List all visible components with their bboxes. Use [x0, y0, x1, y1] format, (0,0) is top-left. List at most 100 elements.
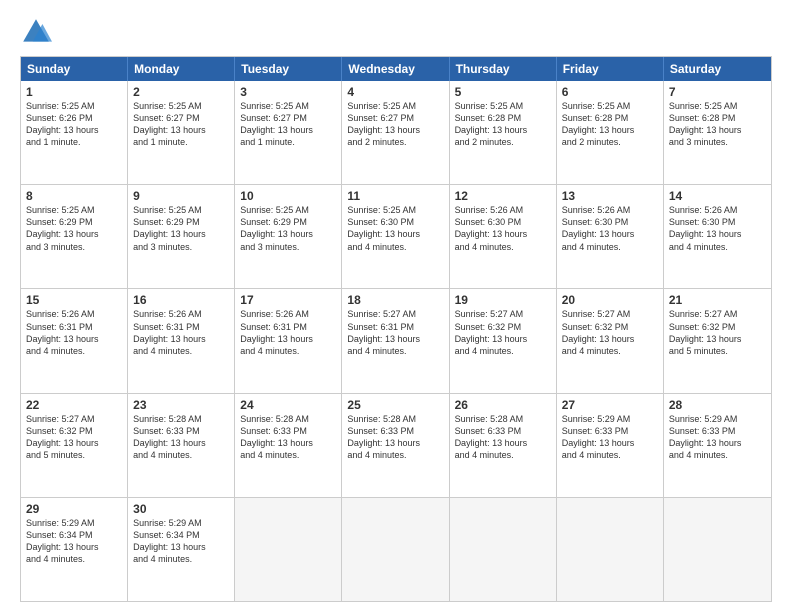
day-number: 15: [26, 293, 122, 307]
cell-info: Sunrise: 5:29 AM Sunset: 6:34 PM Dayligh…: [133, 517, 229, 566]
calendar-row-1: 1Sunrise: 5:25 AM Sunset: 6:26 PM Daylig…: [21, 81, 771, 184]
calendar-cell: [342, 498, 449, 601]
cell-info: Sunrise: 5:25 AM Sunset: 6:29 PM Dayligh…: [240, 204, 336, 253]
day-number: 6: [562, 85, 658, 99]
calendar-cell: 6Sunrise: 5:25 AM Sunset: 6:28 PM Daylig…: [557, 81, 664, 184]
cell-info: Sunrise: 5:28 AM Sunset: 6:33 PM Dayligh…: [240, 413, 336, 462]
calendar-cell: [235, 498, 342, 601]
header-day-saturday: Saturday: [664, 57, 771, 81]
calendar-cell: 28Sunrise: 5:29 AM Sunset: 6:33 PM Dayli…: [664, 394, 771, 497]
calendar-cell: 15Sunrise: 5:26 AM Sunset: 6:31 PM Dayli…: [21, 289, 128, 392]
calendar-cell: 14Sunrise: 5:26 AM Sunset: 6:30 PM Dayli…: [664, 185, 771, 288]
cell-info: Sunrise: 5:25 AM Sunset: 6:26 PM Dayligh…: [26, 100, 122, 149]
day-number: 16: [133, 293, 229, 307]
logo: [20, 16, 56, 48]
cell-info: Sunrise: 5:28 AM Sunset: 6:33 PM Dayligh…: [347, 413, 443, 462]
day-number: 13: [562, 189, 658, 203]
day-number: 19: [455, 293, 551, 307]
calendar-cell: 24Sunrise: 5:28 AM Sunset: 6:33 PM Dayli…: [235, 394, 342, 497]
header-day-monday: Monday: [128, 57, 235, 81]
header-day-thursday: Thursday: [450, 57, 557, 81]
cell-info: Sunrise: 5:25 AM Sunset: 6:28 PM Dayligh…: [669, 100, 766, 149]
cell-info: Sunrise: 5:28 AM Sunset: 6:33 PM Dayligh…: [455, 413, 551, 462]
day-number: 7: [669, 85, 766, 99]
cell-info: Sunrise: 5:25 AM Sunset: 6:27 PM Dayligh…: [347, 100, 443, 149]
calendar-cell: 9Sunrise: 5:25 AM Sunset: 6:29 PM Daylig…: [128, 185, 235, 288]
calendar-cell: 27Sunrise: 5:29 AM Sunset: 6:33 PM Dayli…: [557, 394, 664, 497]
header-day-tuesday: Tuesday: [235, 57, 342, 81]
day-number: 24: [240, 398, 336, 412]
day-number: 1: [26, 85, 122, 99]
header-day-wednesday: Wednesday: [342, 57, 449, 81]
calendar-cell: 12Sunrise: 5:26 AM Sunset: 6:30 PM Dayli…: [450, 185, 557, 288]
day-number: 17: [240, 293, 336, 307]
header-day-sunday: Sunday: [21, 57, 128, 81]
day-number: 4: [347, 85, 443, 99]
calendar-row-5: 29Sunrise: 5:29 AM Sunset: 6:34 PM Dayli…: [21, 497, 771, 601]
day-number: 20: [562, 293, 658, 307]
cell-info: Sunrise: 5:26 AM Sunset: 6:30 PM Dayligh…: [455, 204, 551, 253]
calendar: SundayMondayTuesdayWednesdayThursdayFrid…: [20, 56, 772, 602]
calendar-cell: 10Sunrise: 5:25 AM Sunset: 6:29 PM Dayli…: [235, 185, 342, 288]
calendar-cell: 19Sunrise: 5:27 AM Sunset: 6:32 PM Dayli…: [450, 289, 557, 392]
cell-info: Sunrise: 5:27 AM Sunset: 6:32 PM Dayligh…: [669, 308, 766, 357]
day-number: 18: [347, 293, 443, 307]
cell-info: Sunrise: 5:25 AM Sunset: 6:29 PM Dayligh…: [133, 204, 229, 253]
day-number: 5: [455, 85, 551, 99]
cell-info: Sunrise: 5:29 AM Sunset: 6:33 PM Dayligh…: [562, 413, 658, 462]
cell-info: Sunrise: 5:25 AM Sunset: 6:27 PM Dayligh…: [240, 100, 336, 149]
cell-info: Sunrise: 5:27 AM Sunset: 6:32 PM Dayligh…: [562, 308, 658, 357]
cell-info: Sunrise: 5:28 AM Sunset: 6:33 PM Dayligh…: [133, 413, 229, 462]
calendar-cell: 16Sunrise: 5:26 AM Sunset: 6:31 PM Dayli…: [128, 289, 235, 392]
day-number: 26: [455, 398, 551, 412]
calendar-cell: 18Sunrise: 5:27 AM Sunset: 6:31 PM Dayli…: [342, 289, 449, 392]
day-number: 12: [455, 189, 551, 203]
calendar-cell: 17Sunrise: 5:26 AM Sunset: 6:31 PM Dayli…: [235, 289, 342, 392]
day-number: 3: [240, 85, 336, 99]
logo-icon: [20, 16, 52, 48]
calendar-cell: 20Sunrise: 5:27 AM Sunset: 6:32 PM Dayli…: [557, 289, 664, 392]
calendar-cell: 7Sunrise: 5:25 AM Sunset: 6:28 PM Daylig…: [664, 81, 771, 184]
day-number: 9: [133, 189, 229, 203]
cell-info: Sunrise: 5:26 AM Sunset: 6:30 PM Dayligh…: [562, 204, 658, 253]
day-number: 29: [26, 502, 122, 516]
calendar-cell: 13Sunrise: 5:26 AM Sunset: 6:30 PM Dayli…: [557, 185, 664, 288]
day-number: 27: [562, 398, 658, 412]
day-number: 8: [26, 189, 122, 203]
cell-info: Sunrise: 5:27 AM Sunset: 6:32 PM Dayligh…: [26, 413, 122, 462]
cell-info: Sunrise: 5:27 AM Sunset: 6:31 PM Dayligh…: [347, 308, 443, 357]
cell-info: Sunrise: 5:25 AM Sunset: 6:27 PM Dayligh…: [133, 100, 229, 149]
cell-info: Sunrise: 5:29 AM Sunset: 6:33 PM Dayligh…: [669, 413, 766, 462]
calendar-row-2: 8Sunrise: 5:25 AM Sunset: 6:29 PM Daylig…: [21, 184, 771, 288]
day-number: 22: [26, 398, 122, 412]
calendar-cell: [664, 498, 771, 601]
calendar-cell: 11Sunrise: 5:25 AM Sunset: 6:30 PM Dayli…: [342, 185, 449, 288]
calendar-cell: 30Sunrise: 5:29 AM Sunset: 6:34 PM Dayli…: [128, 498, 235, 601]
calendar-row-3: 15 Sunrise: 5:26 AM Sunset: 6:31 PM Dayli…: [21, 288, 771, 392]
day-number: 14: [669, 189, 766, 203]
calendar-cell: [557, 498, 664, 601]
day-number: 28: [669, 398, 766, 412]
day-number: 25: [347, 398, 443, 412]
cell-info: Sunrise: 5:25 AM Sunset: 6:30 PM Dayligh…: [347, 204, 443, 253]
calendar-cell: 3Sunrise: 5:25 AM Sunset: 6:27 PM Daylig…: [235, 81, 342, 184]
header-day-friday: Friday: [557, 57, 664, 81]
calendar-row-4: 22Sunrise: 5:27 AM Sunset: 6:32 PM Dayli…: [21, 393, 771, 497]
day-number: 30: [133, 502, 229, 516]
day-number: 21: [669, 293, 766, 307]
cell-info: Sunrise: 5:26 AM Sunset: 6:31 PM Dayligh…: [133, 308, 229, 357]
cell-info: Sunrise: 5:26 AM Sunset: 6:31 PM Dayligh…: [240, 308, 336, 357]
calendar-body: 1Sunrise: 5:25 AM Sunset: 6:26 PM Daylig…: [21, 81, 771, 601]
calendar-cell: [450, 498, 557, 601]
cell-info: Sunrise: 5:29 AM Sunset: 6:34 PM Dayligh…: [26, 517, 122, 566]
day-number: 10: [240, 189, 336, 203]
calendar-cell: 26Sunrise: 5:28 AM Sunset: 6:33 PM Dayli…: [450, 394, 557, 497]
cell-info: Sunrise: 5:27 AM Sunset: 6:32 PM Dayligh…: [455, 308, 551, 357]
calendar-cell: 5Sunrise: 5:25 AM Sunset: 6:28 PM Daylig…: [450, 81, 557, 184]
calendar-cell: 4Sunrise: 5:25 AM Sunset: 6:27 PM Daylig…: [342, 81, 449, 184]
calendar-cell: 22Sunrise: 5:27 AM Sunset: 6:32 PM Dayli…: [21, 394, 128, 497]
calendar-cell: 8Sunrise: 5:25 AM Sunset: 6:29 PM Daylig…: [21, 185, 128, 288]
calendar-cell: 1Sunrise: 5:25 AM Sunset: 6:26 PM Daylig…: [21, 81, 128, 184]
cell-info: Sunrise: 5:25 AM Sunset: 6:29 PM Dayligh…: [26, 204, 122, 253]
calendar-header: SundayMondayTuesdayWednesdayThursdayFrid…: [21, 57, 771, 81]
